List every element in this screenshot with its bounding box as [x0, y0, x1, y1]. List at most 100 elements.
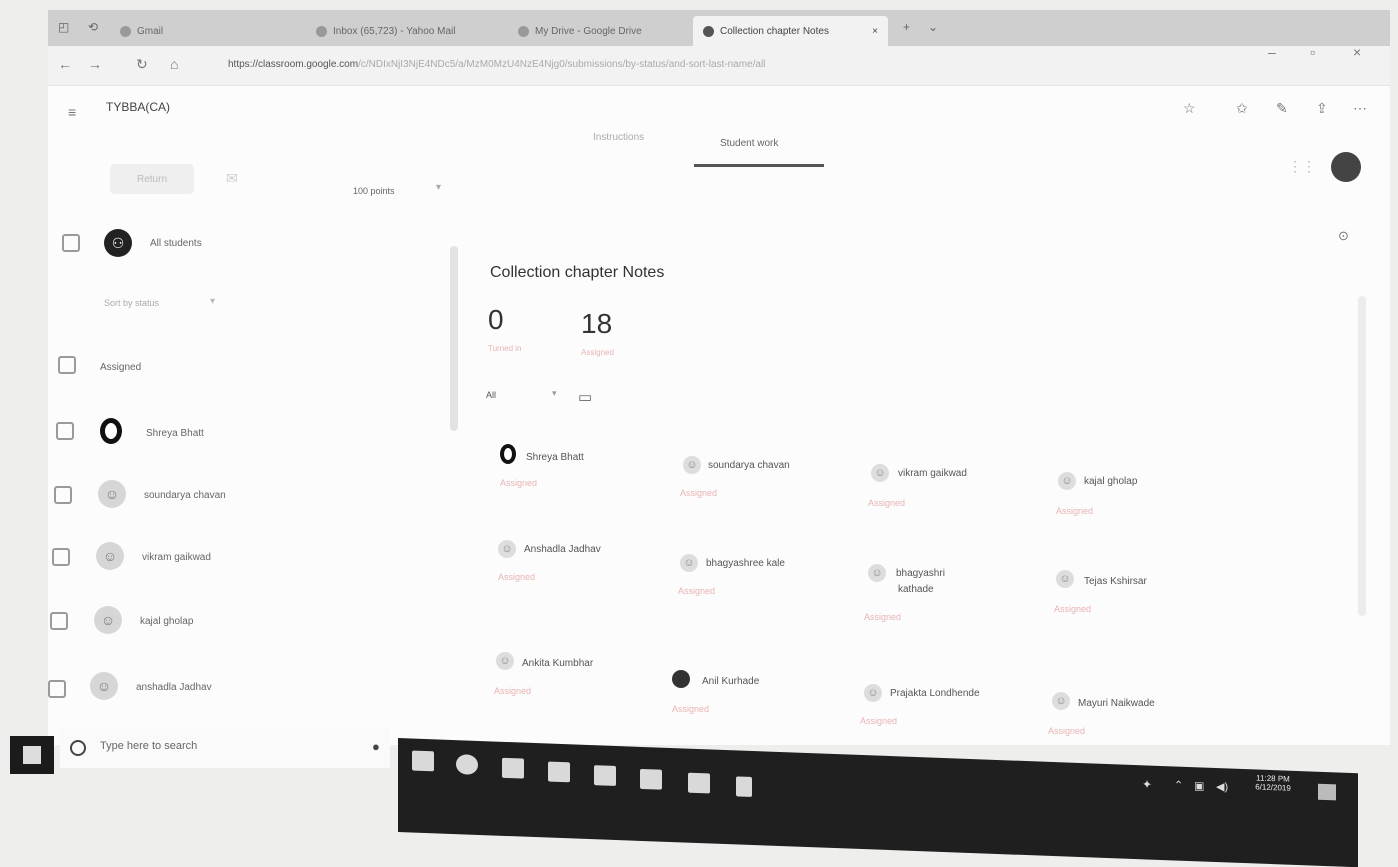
home-icon[interactable]: ⌂ — [170, 56, 178, 72]
file-explorer-icon[interactable] — [502, 757, 524, 779]
pen-icon[interactable]: ✎ — [1276, 100, 1288, 117]
tab-classroom[interactable]: Collection chapter Notes × — [693, 16, 888, 46]
sort-chevron-icon[interactable]: ▾ — [210, 296, 215, 307]
favorites-bar-icon[interactable]: ✩ — [1236, 100, 1248, 117]
active-tab-indicator — [694, 164, 824, 167]
card-student-name[interactable]: bhagyashree kale — [706, 558, 785, 569]
more-icon[interactable]: ⋯ — [1353, 100, 1367, 117]
card-status: Assigned — [498, 572, 536, 582]
new-tab-icon[interactable]: + — [903, 20, 910, 34]
card-student-name-line2[interactable]: kathade — [898, 584, 934, 595]
return-button[interactable]: Return — [110, 164, 194, 194]
store-icon[interactable] — [548, 761, 570, 783]
close-window-icon[interactable]: × — [1353, 44, 1361, 60]
microphone-icon[interactable]: ● — [372, 739, 380, 754]
browser-window: ◰ ⟲ Gmail Inbox (65,723) - Yahoo Mail My… — [48, 10, 1390, 745]
card-student-name[interactable]: Tejas Kshirsar — [1084, 576, 1147, 587]
student-name[interactable]: vikram gaikwad — [142, 552, 211, 563]
refresh-icon[interactable]: ↻ — [136, 56, 148, 73]
person-icon: ☺ — [96, 542, 124, 570]
tab-instructions[interactable]: Instructions — [593, 132, 644, 143]
task-view-icon[interactable] — [412, 750, 434, 772]
back-tab-icon[interactable]: ⟲ — [88, 20, 98, 34]
student-checkbox[interactable] — [50, 612, 68, 630]
tab-gmail[interactable]: Gmail — [110, 16, 310, 46]
student-name[interactable]: Shreya Bhatt — [146, 428, 204, 439]
person-icon: ☺ — [90, 672, 118, 700]
sidebar-scrollbar[interactable] — [450, 246, 458, 431]
maximize-icon[interactable]: ▫ — [1310, 44, 1315, 60]
card-student-name[interactable]: Prajakta Londhende — [890, 688, 980, 699]
apps-grid-icon[interactable]: ⋮⋮ — [1288, 158, 1316, 175]
folder-icon[interactable]: ▭ — [578, 388, 592, 406]
person-icon: ☺ — [1056, 570, 1074, 588]
turned-in-count: 0 — [488, 304, 504, 335]
filter-dropdown[interactable]: All — [486, 390, 496, 400]
card-student-name[interactable]: soundarya chavan — [708, 460, 790, 471]
student-name[interactable]: anshadla Jadhav — [136, 682, 212, 693]
people-icon[interactable]: ✦ — [1142, 777, 1152, 791]
network-icon[interactable]: ▣ — [1194, 779, 1204, 792]
card-student-name[interactable]: kajal gholap — [1084, 476, 1137, 487]
tray-chevron-icon[interactable]: ⌃ — [1174, 778, 1183, 791]
tab-dropdown-icon[interactable]: ⌄ — [928, 20, 938, 34]
person-icon: ☺ — [868, 564, 886, 582]
windows-icon — [23, 746, 41, 764]
url-field[interactable]: https://classroom.google.com/c/NDIxNjI3N… — [228, 59, 765, 70]
settings-icon[interactable]: ⊙ — [1338, 228, 1349, 244]
assignment-title: Collection chapter Notes — [490, 264, 665, 281]
assigned-group-checkbox[interactable] — [58, 356, 76, 374]
share-icon[interactable]: ⇪ — [1316, 100, 1328, 117]
student-checkbox[interactable] — [52, 548, 70, 566]
edge-icon[interactable] — [456, 754, 478, 775]
word-icon[interactable] — [640, 768, 662, 790]
card-student-name[interactable]: vikram gaikwad — [898, 468, 967, 479]
classroom-page: ≡ TYBBA(CA) ☆ ✩ ✎ ⇪ ⋯ Instructions Stude… — [48, 86, 1390, 745]
student-avatar — [500, 444, 516, 464]
card-student-name[interactable]: bhagyashri — [896, 568, 945, 579]
class-name: TYBBA(CA) — [106, 100, 171, 114]
classroom-favicon-icon — [703, 25, 714, 37]
favorite-icon[interactable]: ☆ — [1183, 100, 1196, 117]
person-icon: ☺ — [680, 554, 698, 572]
tab-yahoo[interactable]: Inbox (65,723) - Yahoo Mail — [306, 16, 501, 46]
menu-icon[interactable]: ≡ — [68, 104, 76, 120]
close-tab-icon[interactable]: × — [872, 26, 878, 37]
paint-icon[interactable] — [688, 772, 710, 794]
card-student-name[interactable]: Shreya Bhatt — [526, 452, 584, 463]
card-student-name[interactable]: Mayuri Naikwade — [1078, 698, 1155, 709]
sort-dropdown[interactable]: Sort by status — [104, 298, 159, 308]
notifications-icon[interactable] — [1318, 783, 1336, 801]
student-name[interactable]: kajal gholap — [140, 616, 193, 627]
taskbar-search[interactable]: Type here to search ● — [60, 728, 390, 768]
card-student-name[interactable]: Ankita Kumbhar — [522, 658, 593, 669]
tab-student-work[interactable]: Student work — [720, 138, 778, 149]
student-checkbox[interactable] — [48, 680, 66, 698]
forward-icon[interactable]: → — [88, 56, 102, 72]
card-student-name[interactable]: Anshadla Jadhav — [524, 544, 601, 555]
student-checkbox[interactable] — [56, 422, 74, 440]
points-dropdown-icon[interactable]: ▾ — [436, 182, 441, 193]
app-icon[interactable] — [736, 776, 752, 797]
main-scrollbar[interactable] — [1358, 296, 1366, 616]
tab-actions-icon[interactable]: ◰ — [58, 20, 69, 34]
student-checkbox[interactable] — [54, 486, 72, 504]
card-status: Assigned — [672, 704, 710, 714]
student-avatar — [672, 670, 690, 688]
back-icon[interactable]: ← — [58, 56, 72, 72]
card-status: Assigned — [1056, 506, 1094, 516]
tab-drive[interactable]: My Drive - Google Drive — [508, 16, 693, 46]
card-student-name[interactable]: Anil Kurhade — [702, 676, 759, 687]
select-all-checkbox[interactable] — [62, 234, 80, 252]
card-status: Assigned — [494, 686, 532, 696]
mail-icon[interactable]: ✉ — [226, 170, 238, 187]
start-button[interactable] — [10, 736, 54, 774]
student-name[interactable]: soundarya chavan — [144, 490, 226, 501]
clock[interactable]: 11:28 PM 6/12/2019 — [1248, 773, 1298, 793]
minimize-icon[interactable]: – — [1268, 44, 1276, 60]
filter-chevron-icon[interactable]: ▾ — [552, 388, 557, 399]
points-value[interactable]: 100 points — [353, 186, 395, 196]
mail-app-icon[interactable] — [594, 765, 616, 786]
account-avatar[interactable] — [1331, 152, 1361, 182]
volume-icon[interactable]: ◀) — [1216, 780, 1228, 793]
